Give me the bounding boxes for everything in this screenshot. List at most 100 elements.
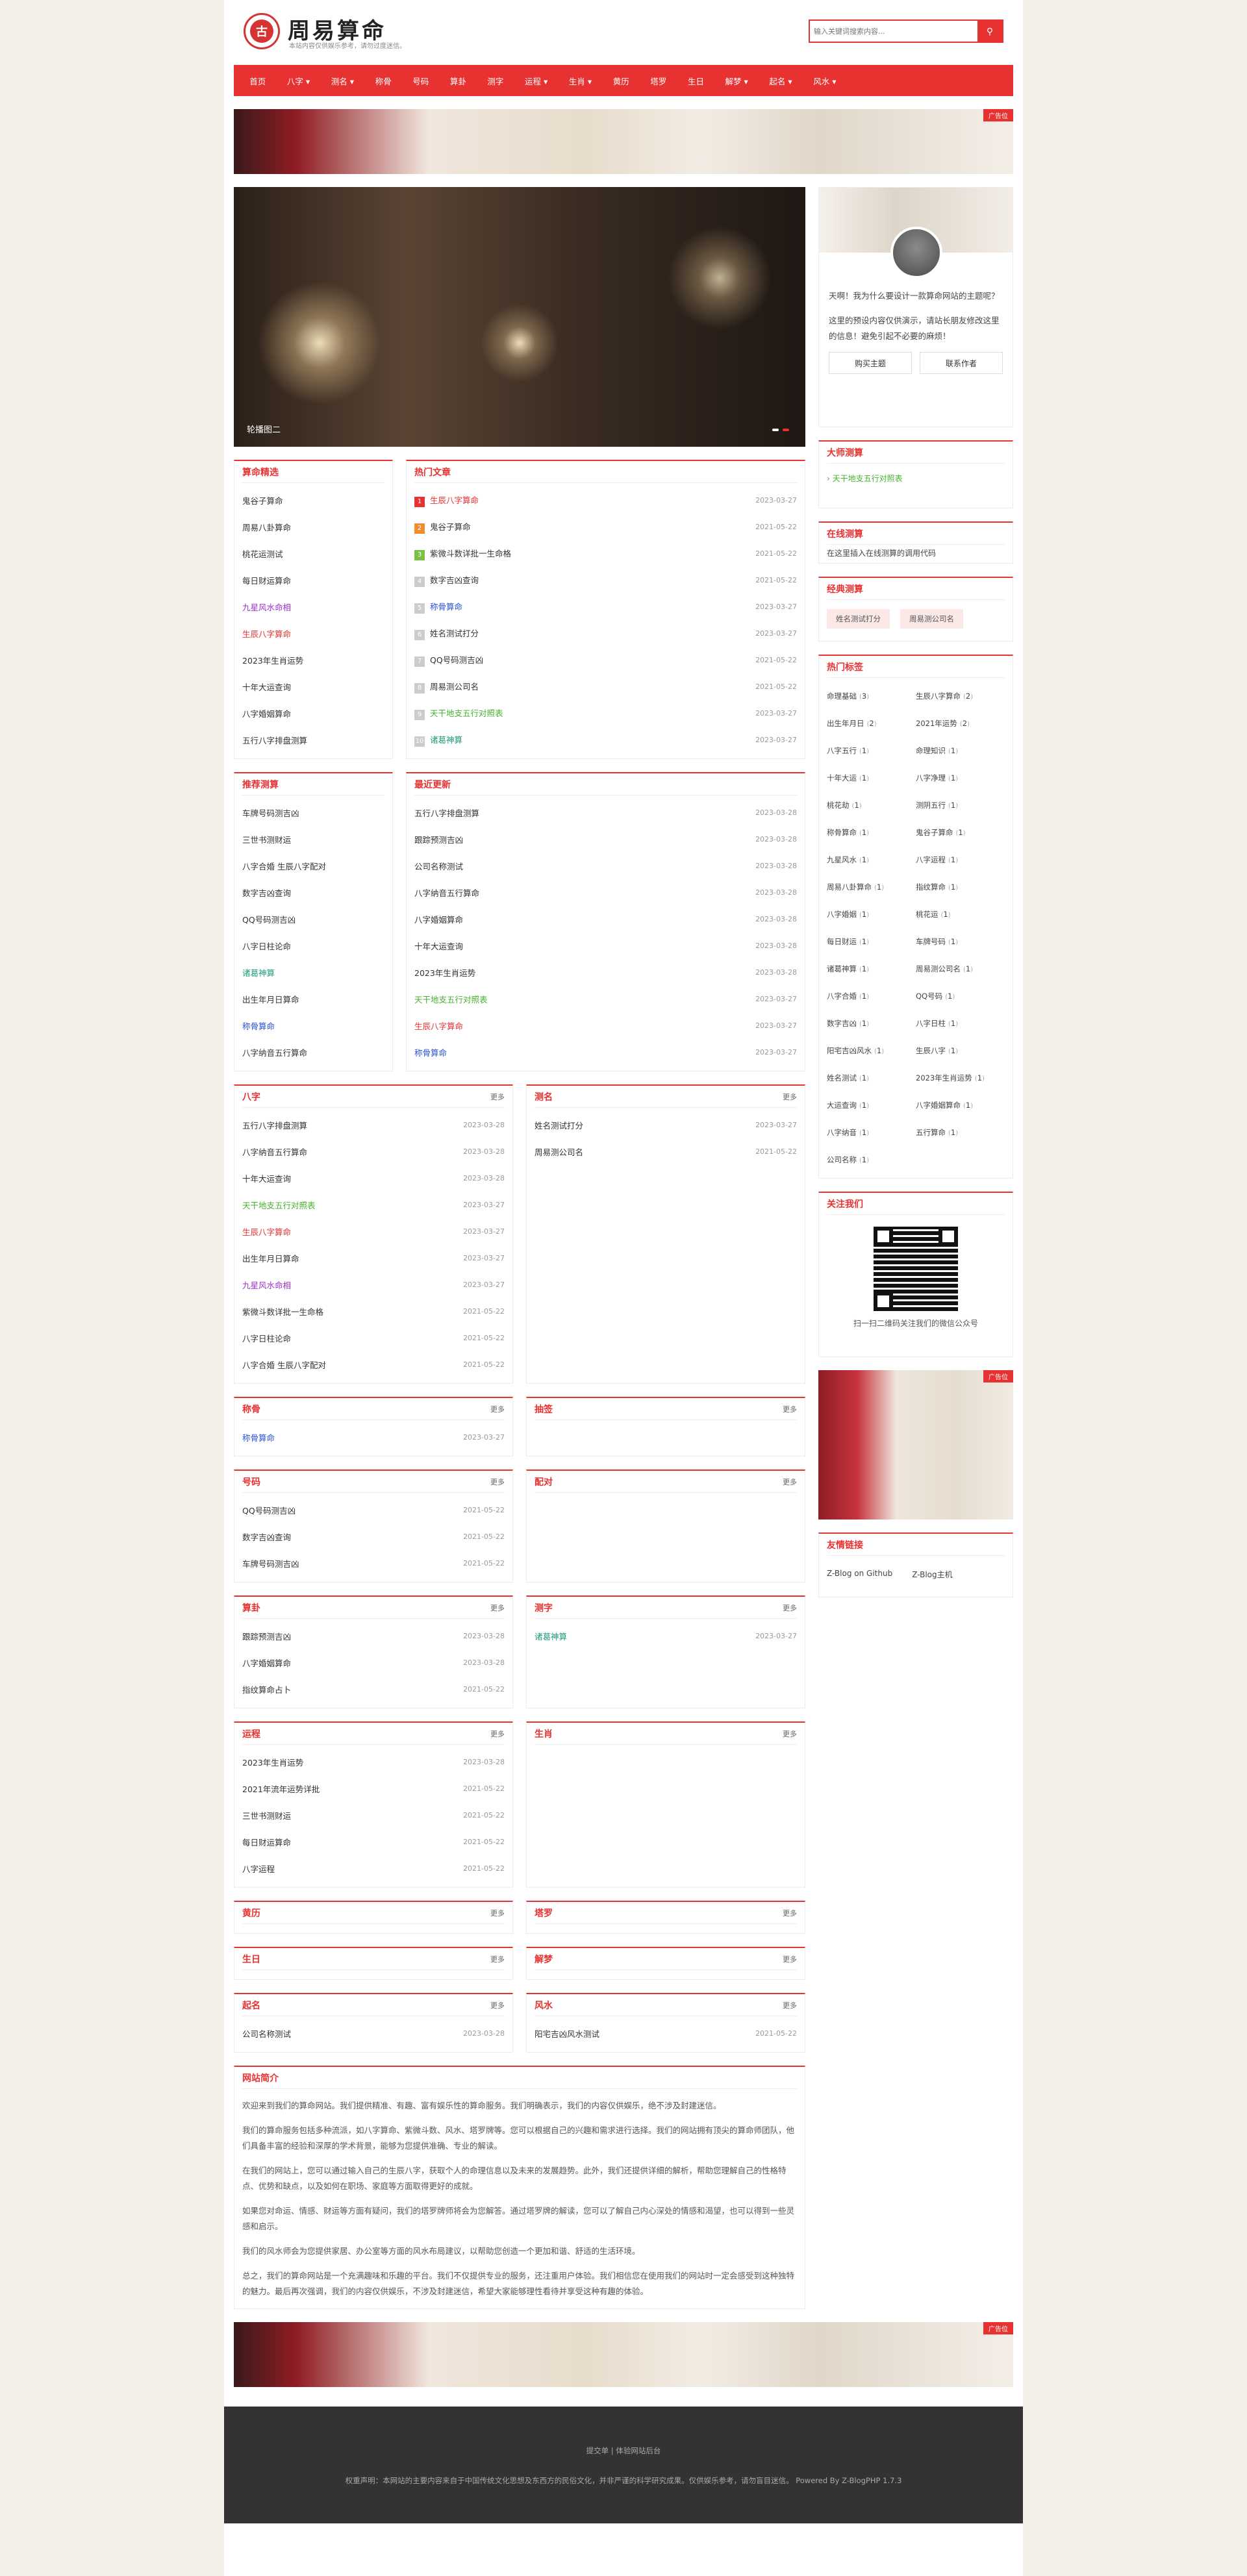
list-item[interactable]: 公司名称测试 2023-03-28 bbox=[242, 2020, 505, 2047]
nav-item[interactable]: 解梦 ▾ bbox=[714, 75, 759, 87]
tag-link[interactable]: 八字运程 (1) bbox=[916, 848, 1005, 871]
nav-item[interactable]: 生日 bbox=[677, 75, 715, 87]
item-title[interactable]: 公司名称测试 bbox=[414, 862, 463, 871]
tag-link[interactable]: 周易测公司名 (1) bbox=[916, 957, 1005, 981]
more-link[interactable]: 更多 bbox=[783, 1092, 797, 1102]
category-title[interactable]: 算卦 bbox=[242, 1601, 260, 1614]
tag-link[interactable]: 命理知识 (1) bbox=[916, 739, 1005, 762]
nav-item[interactable]: 运程 ▾ bbox=[514, 75, 559, 87]
list-item[interactable]: 五行八字排盘测算 2023-03-28 bbox=[242, 1112, 505, 1138]
tag-link[interactable]: 九星风水 (1) bbox=[827, 848, 916, 871]
more-link[interactable]: 更多 bbox=[490, 2000, 505, 2010]
more-link[interactable]: 更多 bbox=[783, 1603, 797, 1613]
item-title[interactable]: 八字婚姻算命 bbox=[242, 1658, 291, 1668]
list-item[interactable]: 1 生辰八字算命 2023-03-27 bbox=[414, 487, 797, 514]
tag-link[interactable]: 八字日柱 (1) bbox=[916, 1012, 1005, 1035]
tag-link[interactable]: 五行算命 (1) bbox=[916, 1121, 1005, 1144]
more-link[interactable]: 更多 bbox=[490, 1908, 505, 1918]
list-item[interactable]: 称骨算命 2023-03-27 bbox=[414, 1039, 797, 1066]
more-link[interactable]: 更多 bbox=[490, 1729, 505, 1739]
tag-link[interactable]: 八字婚姻 (1) bbox=[827, 903, 916, 926]
tag-link[interactable]: 测阴五行 (1) bbox=[916, 794, 1005, 817]
category-title[interactable]: 解梦 bbox=[535, 1953, 553, 1966]
item-title[interactable]: 鬼谷子算命 bbox=[430, 522, 471, 532]
item-title[interactable]: 天干地支五行对照表 bbox=[414, 995, 488, 1005]
item-title[interactable]: 八字婚姻算命 bbox=[242, 709, 291, 719]
item-title[interactable]: 公司名称测试 bbox=[242, 2029, 291, 2039]
item-title[interactable]: 八字合婚 生辰八字配对 bbox=[242, 1360, 326, 1370]
category-title[interactable]: 黄历 bbox=[242, 1907, 260, 1919]
item-title[interactable]: 车牌号码测吉凶 bbox=[242, 1559, 299, 1569]
carousel[interactable]: 轮播图二 bbox=[234, 187, 805, 447]
more-link[interactable]: 更多 bbox=[783, 1729, 797, 1739]
list-item[interactable]: 2023年生肖运势 2023-03-28 bbox=[414, 959, 797, 986]
item-title[interactable]: 十年大运查询 bbox=[414, 942, 463, 951]
list-item[interactable]: 6 姓名测试打分 2023-03-27 bbox=[414, 620, 797, 647]
more-link[interactable]: 更多 bbox=[490, 1404, 505, 1414]
nav-item[interactable]: 算卦 bbox=[440, 75, 477, 87]
item-title[interactable]: 九星风水命相 bbox=[242, 603, 291, 612]
list-item[interactable]: 生辰八字算命 2023-03-27 bbox=[242, 1218, 505, 1245]
list-item[interactable]: QQ号码测吉凶 bbox=[242, 906, 384, 932]
search-input[interactable] bbox=[810, 21, 977, 42]
item-title[interactable]: 出生年月日算命 bbox=[242, 995, 299, 1005]
item-title[interactable]: 称骨算命 bbox=[242, 1433, 275, 1443]
item-title[interactable]: 2023年生肖运势 bbox=[414, 968, 475, 978]
category-title[interactable]: 生肖 bbox=[535, 1727, 553, 1740]
item-title[interactable]: 每日财运算命 bbox=[242, 576, 291, 586]
list-item[interactable]: 三世书测财运 2021-05-22 bbox=[242, 1802, 505, 1829]
list-item[interactable]: QQ号码测吉凶 2021-05-22 bbox=[242, 1497, 505, 1523]
nav-item[interactable]: 首页 bbox=[239, 75, 277, 87]
item-title[interactable]: 数字吉凶查询 bbox=[430, 575, 479, 585]
list-item[interactable]: 数字吉凶查询 2021-05-22 bbox=[242, 1523, 505, 1550]
nav-item[interactable]: 八字 ▾ bbox=[277, 75, 321, 87]
list-item[interactable]: 出生年月日算命 2023-03-27 bbox=[242, 1245, 505, 1271]
classic-pill[interactable]: 姓名测试打分 bbox=[827, 609, 890, 629]
category-title[interactable]: 号码 bbox=[242, 1475, 260, 1488]
item-title[interactable]: 八字日柱论命 bbox=[242, 942, 291, 951]
list-item[interactable]: 每日财运算命 bbox=[242, 567, 384, 594]
item-title[interactable]: 周易测公司名 bbox=[535, 1147, 583, 1157]
list-item[interactable]: 诸葛神算 bbox=[242, 959, 384, 986]
list-item[interactable]: 称骨算命 bbox=[242, 1012, 384, 1039]
tag-link[interactable]: 周易八卦算命 (1) bbox=[827, 875, 916, 899]
item-title[interactable]: 紫微斗数详批一生命格 bbox=[430, 549, 511, 558]
list-item[interactable]: 诸葛神算 2023-03-27 bbox=[535, 1623, 797, 1649]
tag-link[interactable]: 鬼谷子算命 (1) bbox=[916, 821, 1005, 844]
category-title[interactable]: 测字 bbox=[535, 1601, 553, 1614]
list-item[interactable]: 2023年生肖运势 bbox=[242, 647, 384, 673]
list-item[interactable]: 八字日柱论命 2021-05-22 bbox=[242, 1325, 505, 1351]
tag-link[interactable]: 姓名测试 (1) bbox=[827, 1066, 916, 1090]
contact-author-button[interactable]: 联系作者 bbox=[920, 352, 1003, 374]
list-item[interactable]: 生辰八字算命 bbox=[242, 620, 384, 647]
tag-link[interactable]: 诸葛神算 (1) bbox=[827, 957, 916, 981]
item-title[interactable]: 八字纳音五行算命 bbox=[414, 888, 479, 898]
buy-theme-button[interactable]: 购买主题 bbox=[829, 352, 912, 374]
item-title[interactable]: 称骨算命 bbox=[430, 602, 462, 612]
tag-link[interactable]: 生辰八字 (1) bbox=[916, 1039, 1005, 1062]
item-title[interactable]: 生辰八字算命 bbox=[242, 629, 291, 639]
more-link[interactable]: 更多 bbox=[783, 1477, 797, 1487]
list-item[interactable]: 十年大运查询 bbox=[242, 673, 384, 700]
tag-link[interactable]: 生辰八字算命 (2) bbox=[916, 684, 1005, 708]
tag-link[interactable]: QQ号码 (1) bbox=[916, 984, 1005, 1008]
tag-link[interactable]: 桃花运 (1) bbox=[916, 903, 1005, 926]
list-item[interactable]: 5 称骨算命 2023-03-27 bbox=[414, 594, 797, 620]
tag-link[interactable]: 八字五行 (1) bbox=[827, 739, 916, 762]
list-item[interactable]: 桃花运测试 bbox=[242, 540, 384, 567]
tag-link[interactable]: 指纹算命 (1) bbox=[916, 875, 1005, 899]
footer-links[interactable]: 提交单 | 体验网站后台 bbox=[224, 2445, 1023, 2456]
item-title[interactable]: 诸葛神算 bbox=[242, 968, 275, 978]
list-item[interactable]: 姓名测试打分 2023-03-27 bbox=[535, 1112, 797, 1138]
item-title[interactable]: 天干地支五行对照表 bbox=[242, 1201, 316, 1210]
item-title[interactable]: 八字日柱论命 bbox=[242, 1334, 291, 1344]
item-title[interactable]: 九星风水命相 bbox=[242, 1281, 291, 1290]
item-title[interactable]: 姓名测试打分 bbox=[535, 1121, 583, 1131]
list-item[interactable]: 十年大运查询 2023-03-28 bbox=[414, 932, 797, 959]
list-item[interactable]: 数字吉凶查询 bbox=[242, 879, 384, 906]
more-link[interactable]: 更多 bbox=[490, 1477, 505, 1487]
item-title[interactable]: 五行八字排盘测算 bbox=[414, 808, 479, 818]
item-title[interactable]: 生辰八字算命 bbox=[430, 495, 479, 505]
list-item[interactable]: 车牌号码测吉凶 2021-05-22 bbox=[242, 1550, 505, 1577]
list-item[interactable]: 生辰八字算命 2023-03-27 bbox=[414, 1012, 797, 1039]
